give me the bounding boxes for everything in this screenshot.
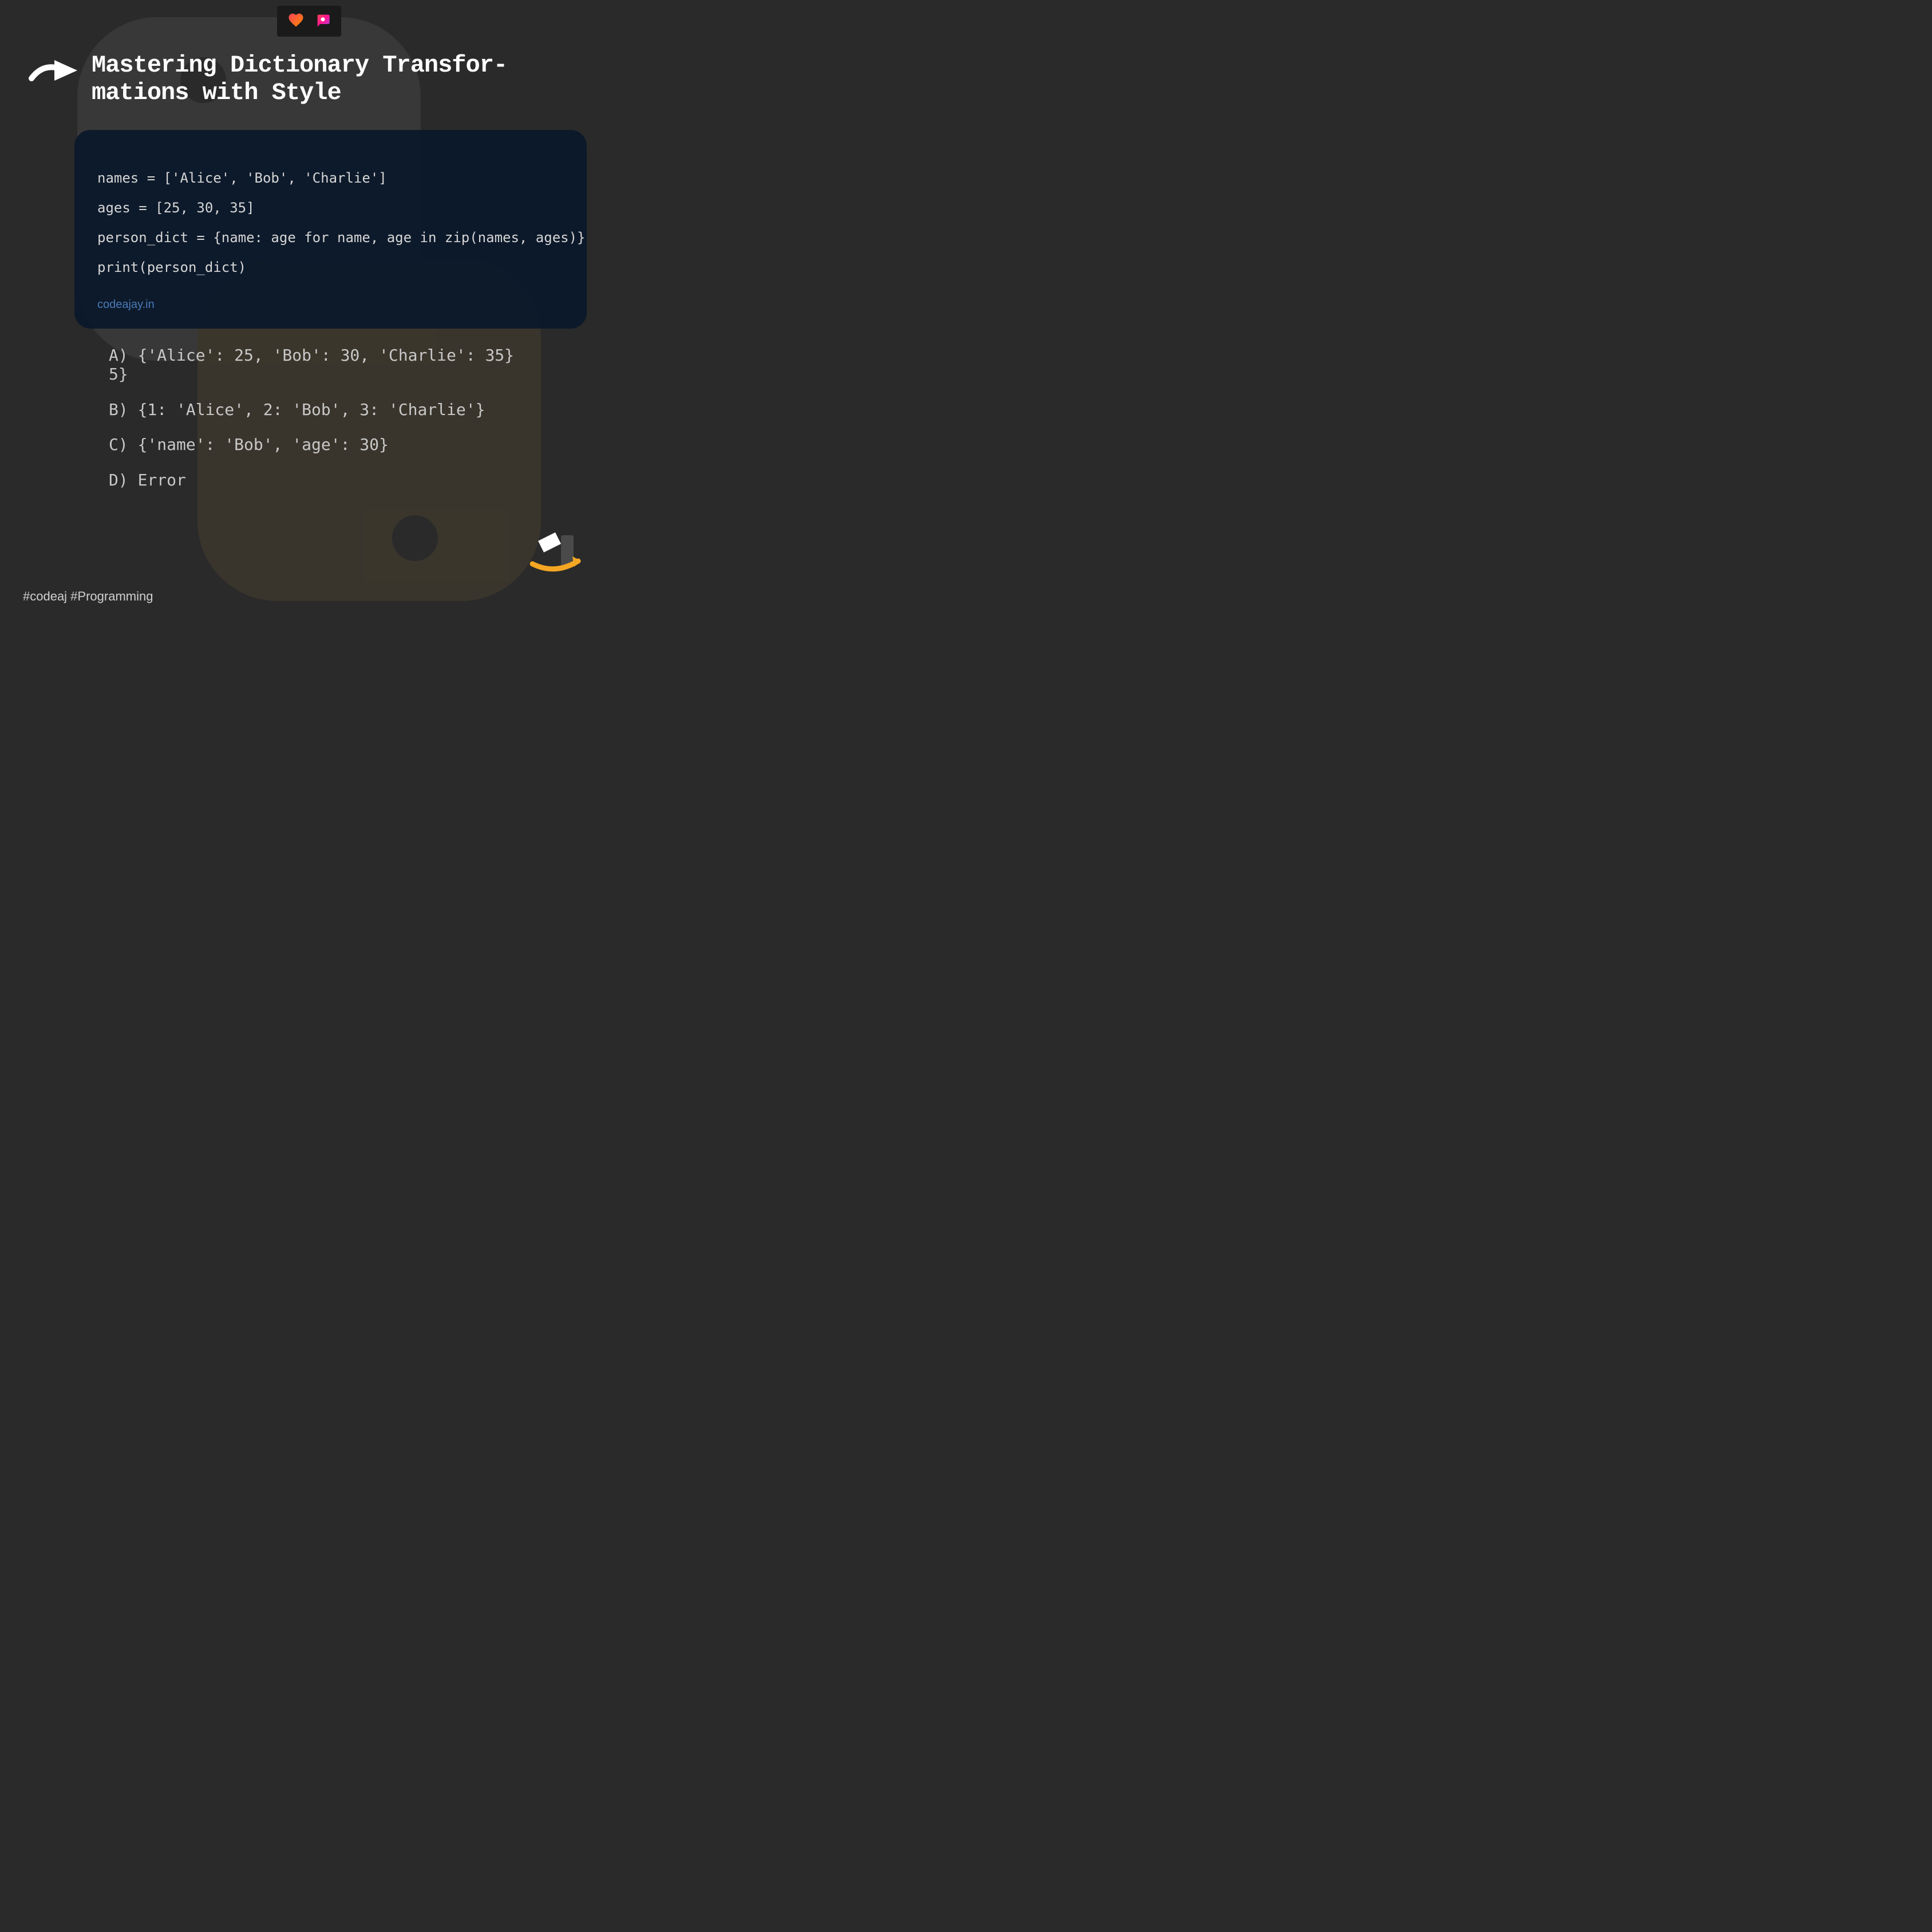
comment-icon[interactable] [315,12,331,30]
reaction-bar [277,6,341,37]
brand-logo-icon [524,521,587,584]
code-block: names = ['Alice', 'Bob', 'Charlie'] ages… [74,130,587,329]
option-d[interactable]: D) Error [109,471,590,490]
code-watermark: codeajay.in [97,298,564,311]
curved-arrow-icon [29,54,80,89]
title-row: Mastering Dictionary Transfor- mations w… [29,52,590,107]
option-b[interactable]: B) {1: 'Alice', 2: 'Bob', 3: 'Charlie'} [109,400,590,420]
page-title: Mastering Dictionary Transfor- mations w… [92,52,590,107]
code-line-2: ages = [25, 30, 35] [97,194,564,222]
answer-options: A) {'Alice': 25, 'Bob': 30, 'Charlie': 3… [109,346,590,490]
option-a[interactable]: A) {'Alice': 25, 'Bob': 30, 'Charlie': 3… [109,346,590,384]
code-line-4: print(person_dict) [97,254,564,281]
code-line-3: person_dict = {name: age for name, age i… [97,224,564,251]
code-line-1: names = ['Alice', 'Bob', 'Charlie'] [97,164,564,192]
heart-icon[interactable] [287,11,305,31]
option-c[interactable]: C) {'name': 'Bob', 'age': 30} [109,435,590,455]
